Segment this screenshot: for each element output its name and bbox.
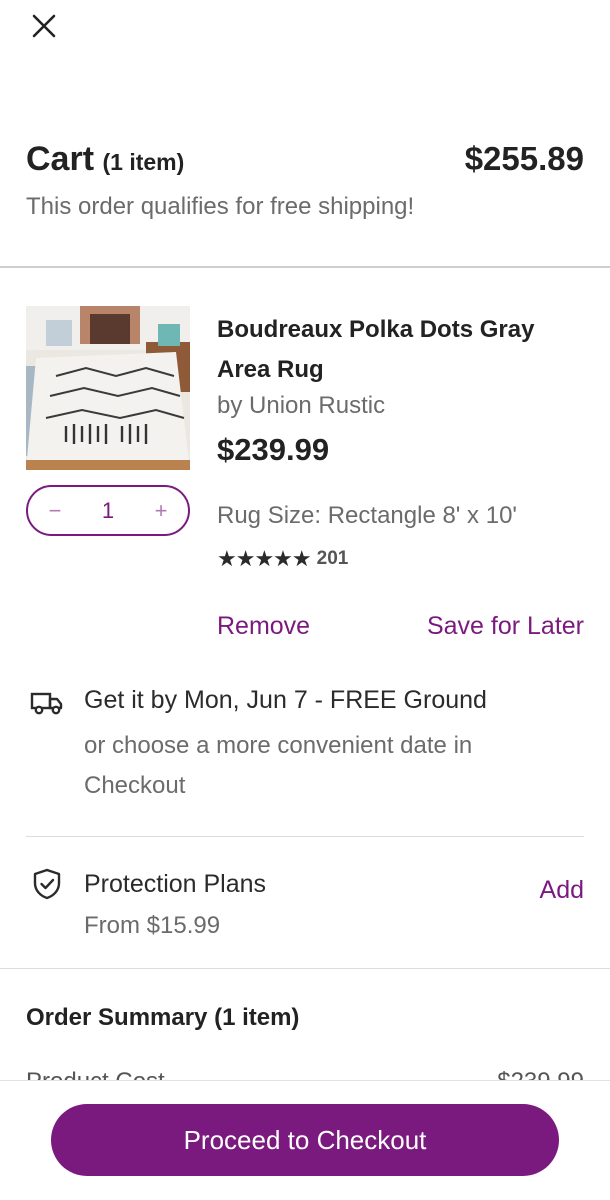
rug-size: Rug Size: Rectangle 8' x 10' bbox=[217, 502, 517, 529]
delivery-estimate: Get it by Mon, Jun 7 - FREE Ground bbox=[84, 686, 487, 714]
quantity-stepper: − 1 + bbox=[26, 485, 190, 536]
summary-row-value: $239.99 bbox=[497, 1068, 584, 1080]
proceed-to-checkout-button[interactable]: Proceed to Checkout bbox=[51, 1104, 559, 1176]
cart-heading: Cart (1 item) bbox=[26, 140, 184, 179]
product-price: $239.99 bbox=[217, 432, 330, 467]
product-image[interactable] bbox=[26, 306, 190, 470]
star-rating-icon: ★★★★★ bbox=[217, 546, 312, 571]
truck-icon bbox=[30, 690, 64, 721]
product-name[interactable]: Boudreaux Polka Dots Gray Area Rug bbox=[217, 310, 584, 390]
close-icon bbox=[32, 14, 56, 38]
order-summary-row: Product Cost $239.99 bbox=[26, 1066, 584, 1080]
decrease-quantity-button[interactable]: − bbox=[44, 498, 66, 524]
product-info: Boudreaux Polka Dots Gray Area Rug by Un… bbox=[217, 310, 584, 468]
cart-total: $255.89 bbox=[464, 140, 584, 177]
rug-room-photo bbox=[26, 306, 190, 470]
close-button[interactable] bbox=[26, 8, 62, 44]
cart-title-row: Cart (1 item) $255.89 bbox=[26, 140, 584, 179]
rating-count: 201 bbox=[316, 548, 349, 569]
product-brand[interactable]: by Union Rustic bbox=[217, 392, 584, 420]
summary-row-label: Product Cost bbox=[26, 1068, 165, 1080]
order-summary-title: Order Summary (1 item) bbox=[26, 1004, 300, 1031]
product-rating[interactable]: ★★★★★ 201 bbox=[217, 546, 348, 572]
increase-quantity-button[interactable]: + bbox=[150, 498, 172, 524]
free-shipping-notice: This order qualifies for free shipping! bbox=[26, 193, 415, 220]
quantity-value: 1 bbox=[101, 497, 115, 523]
protection-plans-price: From $15.99 bbox=[84, 912, 221, 939]
divider bbox=[0, 266, 610, 268]
shield-check-icon bbox=[32, 868, 62, 905]
cart-header: Cart (1 item) $255.89 This order qualifi… bbox=[26, 140, 584, 221]
protection-plans-title: Protection Plans bbox=[84, 870, 267, 898]
add-protection-plan-button[interactable]: Add bbox=[540, 876, 584, 905]
cart-item-count: (1 item) bbox=[102, 149, 185, 175]
delivery-note: or choose a more convenient date in Chec… bbox=[84, 732, 473, 799]
save-for-later-button[interactable]: Save for Later bbox=[427, 612, 584, 641]
remove-button[interactable]: Remove bbox=[217, 612, 310, 641]
cart-title: Cart bbox=[26, 140, 95, 178]
divider bbox=[0, 968, 610, 969]
divider bbox=[26, 836, 584, 837]
